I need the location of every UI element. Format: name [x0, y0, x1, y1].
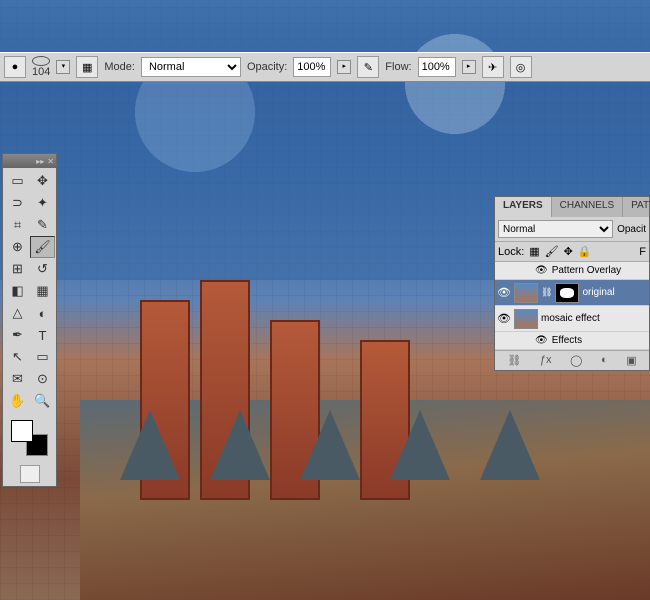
collapse-icon[interactable]: ▸▸ — [36, 157, 44, 166]
dodge-tool[interactable]: ◐ — [30, 302, 55, 324]
layer-row-mosaic[interactable]: 👁 mosaic effect — [495, 306, 649, 332]
opacity-input[interactable] — [293, 57, 331, 77]
eye-icon[interactable]: 👁 — [535, 265, 548, 276]
wand-tool[interactable]: ✦ — [30, 192, 55, 214]
tablet-size-icon[interactable]: ◎ — [510, 56, 532, 78]
lock-pixels-icon[interactable]: 🖌 — [545, 245, 559, 258]
history-brush-tool[interactable]: ↺ — [30, 258, 55, 280]
layer-thumb-icon[interactable] — [514, 309, 538, 329]
flow-label: Flow: — [385, 61, 411, 73]
airbrush-icon[interactable]: ✈ — [482, 56, 504, 78]
layers-panel: LAYERS CHANNELS PATHS Normal Opacit Lock… — [494, 196, 650, 371]
tab-paths[interactable]: PATHS — [623, 197, 650, 217]
layer-opacity-label: Opacit — [617, 224, 646, 235]
opacity-flyout-icon[interactable]: ▸ — [337, 60, 351, 74]
tab-channels[interactable]: CHANNELS — [552, 197, 623, 217]
brush-panel-toggle-icon[interactable]: ▦ — [76, 56, 98, 78]
layer-mask-thumb-icon[interactable] — [555, 283, 579, 303]
notes-tool[interactable]: ✉ — [5, 368, 30, 390]
lock-position-icon[interactable]: ✥ — [564, 245, 573, 258]
marquee-tool[interactable]: ▭ — [5, 170, 30, 192]
link-icon: ⛓ — [541, 287, 552, 298]
crop-tool[interactable]: ⌗ — [5, 214, 30, 236]
color-swatch — [7, 418, 52, 458]
eraser-tool[interactable]: ◧ — [5, 280, 30, 302]
zoom-tool[interactable]: 🔍 — [30, 390, 55, 412]
tablet-opacity-icon[interactable]: ✎ — [357, 56, 379, 78]
stamp-tool[interactable]: ⊞ — [5, 258, 30, 280]
hand-tool[interactable]: ✋ — [5, 390, 30, 412]
tools-panel-header[interactable]: ▸▸✕ — [3, 154, 56, 168]
layer-name: mosaic effect — [541, 313, 600, 324]
gradient-tool[interactable]: ▦ — [30, 280, 55, 302]
color-sampler-tool[interactable]: ⊙ — [30, 368, 55, 390]
brush-tool[interactable]: 🖌 — [30, 236, 55, 258]
lock-transparency-icon[interactable]: ▦ — [529, 245, 539, 258]
effects-label: Effects — [552, 335, 582, 346]
flow-flyout-icon[interactable]: ▸ — [462, 60, 476, 74]
close-icon[interactable]: ✕ — [47, 157, 54, 166]
layers-footer: ⛓ ƒx ◯ ◐ ▣ — [495, 350, 649, 370]
move-tool[interactable]: ✥ — [30, 170, 55, 192]
mask-icon[interactable]: ◯ — [570, 354, 582, 367]
lock-label: Lock: — [498, 246, 524, 258]
lasso-tool[interactable]: ⊃ — [5, 192, 30, 214]
brush-flyout-icon[interactable]: ▾ — [56, 60, 70, 74]
path-select-tool[interactable]: ↖ — [5, 346, 30, 368]
effect-name: Pattern Overlay — [552, 265, 621, 276]
adjustment-icon[interactable]: ◐ — [601, 354, 608, 367]
heal-tool[interactable]: ⊕ — [5, 236, 30, 258]
tab-layers[interactable]: LAYERS — [495, 197, 552, 217]
eyedropper-tool[interactable]: ✎ — [30, 214, 55, 236]
layer-row-original[interactable]: 👁 ⛓ original — [495, 280, 649, 306]
brush-size-value: 104 — [32, 66, 50, 78]
blend-mode-select[interactable]: Normal — [141, 57, 241, 77]
opacity-label: Opacity: — [247, 61, 287, 73]
flow-input[interactable] — [418, 57, 456, 77]
blur-tool[interactable]: △ — [5, 302, 30, 324]
link-layers-icon[interactable]: ⛓ — [507, 354, 521, 367]
layer-effects-row[interactable]: 👁 Effects — [495, 332, 649, 350]
eye-icon[interactable]: 👁 — [497, 286, 511, 300]
pen-tool[interactable]: ✒ — [5, 324, 30, 346]
layer-blend-mode-select[interactable]: Normal — [498, 220, 613, 238]
fill-label: F — [639, 246, 646, 258]
fx-icon[interactable]: ƒx — [540, 354, 552, 367]
quick-mask-toggle[interactable] — [3, 462, 56, 486]
eye-icon[interactable]: 👁 — [497, 312, 511, 326]
brush-preview-icon[interactable] — [32, 56, 50, 66]
layer-thumb-icon[interactable] — [514, 283, 538, 303]
tools-panel: ▸▸✕ ▭ ✥ ⊃ ✦ ⌗ ✎ ⊕ 🖌 ⊞ ↺ ◧ ▦ △ ◐ ✒ T ↖ ▭ … — [2, 153, 57, 487]
brush-preset-icon[interactable]: ● — [4, 56, 26, 78]
lock-all-icon[interactable]: 🔒 — [578, 245, 592, 258]
layers-list: 👁 Pattern Overlay 👁 ⛓ original 👁 mosaic … — [495, 262, 649, 350]
layer-effect-row[interactable]: 👁 Pattern Overlay — [495, 262, 649, 280]
foreground-color-swatch[interactable] — [11, 420, 33, 442]
eye-icon[interactable]: 👁 — [535, 335, 548, 346]
type-tool[interactable]: T — [30, 324, 55, 346]
options-bar: ● 104 ▾ ▦ Mode: Normal Opacity: ▸ ✎ Flow… — [0, 52, 650, 82]
layer-name: original — [582, 287, 614, 298]
shape-tool[interactable]: ▭ — [30, 346, 55, 368]
group-icon[interactable]: ▣ — [626, 354, 636, 367]
mode-label: Mode: — [104, 61, 135, 73]
